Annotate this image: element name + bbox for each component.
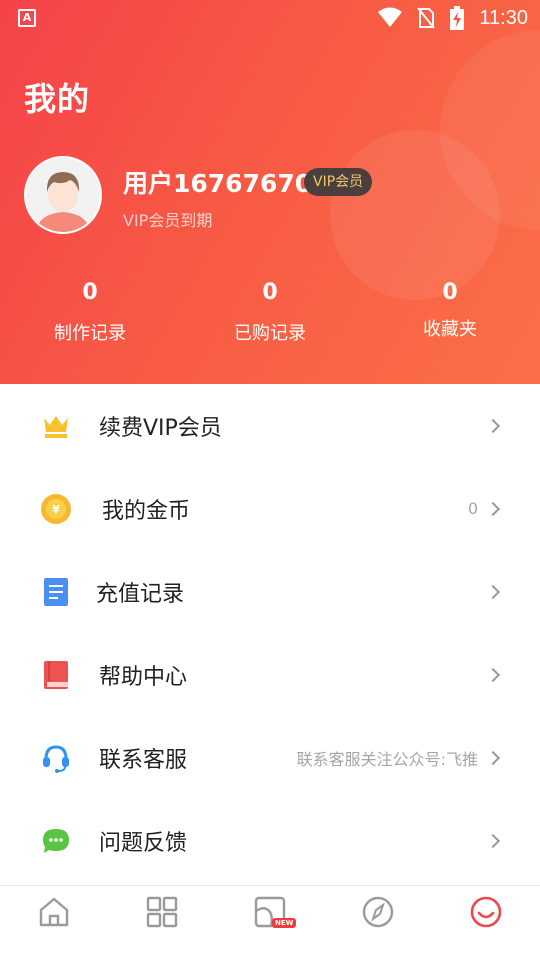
document-icon bbox=[40, 576, 72, 608]
stat-label: 已购记录 bbox=[234, 323, 306, 344]
profile-icon bbox=[470, 896, 502, 928]
stat-value: 0 bbox=[82, 280, 98, 305]
chevron-right-icon bbox=[485, 418, 501, 433]
coin-icon: ¥ bbox=[40, 493, 72, 525]
menu-item-help-center[interactable]: 帮助中心 bbox=[0, 633, 540, 716]
username: 用户16767670 bbox=[123, 169, 313, 198]
book-icon bbox=[40, 659, 72, 691]
menu-item-customer-service[interactable]: 联系客服 联系客服关注公众号:飞推 bbox=[0, 716, 540, 799]
chevron-right-icon bbox=[485, 833, 501, 848]
tab-categories[interactable] bbox=[142, 892, 182, 932]
menu-item-label: 帮助中心 bbox=[99, 664, 188, 690]
menu-item-label: 联系客服 bbox=[99, 747, 188, 773]
battery-charging-icon bbox=[450, 6, 465, 30]
grid-icon bbox=[146, 896, 178, 928]
user-avatar-icon bbox=[26, 158, 100, 232]
svg-text:¥: ¥ bbox=[52, 503, 60, 516]
tab-discover[interactable] bbox=[358, 892, 398, 932]
customer-service-hint: 联系客服关注公众号:飞推 bbox=[296, 749, 478, 769]
stat-purchase-records[interactable]: 0 已购记录 bbox=[200, 280, 340, 345]
vip-badge: VIP会员 bbox=[304, 168, 373, 196]
wifi-icon bbox=[378, 7, 403, 27]
headset-icon bbox=[40, 742, 72, 774]
stat-creation-records[interactable]: 0 制作记录 bbox=[20, 280, 160, 345]
compass-icon bbox=[362, 896, 394, 928]
app-notification-icon: A bbox=[18, 9, 36, 27]
page-title: 我的 bbox=[24, 80, 91, 118]
stat-value: 0 bbox=[262, 280, 278, 305]
menu-item-label: 续费VIP会员 bbox=[99, 415, 222, 441]
menu-item-feedback[interactable]: 问题反馈 bbox=[0, 799, 540, 882]
bottom-tab-bar: NEW bbox=[0, 885, 540, 960]
menu-item-label: 我的金币 bbox=[102, 498, 191, 524]
chevron-right-icon bbox=[485, 667, 501, 682]
stat-value: 0 bbox=[442, 280, 458, 305]
crown-icon bbox=[40, 410, 72, 442]
new-badge: NEW bbox=[272, 918, 297, 928]
chat-bubble-icon bbox=[40, 825, 72, 857]
status-icons: 11:30 bbox=[377, 4, 528, 32]
menu-item-my-coins[interactable]: ¥ 我的金币 0 bbox=[0, 467, 540, 550]
status-bar: A 11:30 bbox=[0, 0, 540, 36]
chevron-right-icon bbox=[485, 501, 501, 516]
stat-label: 制作记录 bbox=[54, 323, 126, 344]
menu-item-label: 充值记录 bbox=[96, 581, 185, 607]
menu-item-recharge-records[interactable]: 充值记录 bbox=[0, 550, 540, 633]
chevron-right-icon bbox=[485, 750, 501, 765]
vip-expiry-status: VIP会员到期 bbox=[123, 211, 213, 230]
stat-favorites[interactable]: 0 收藏夹 bbox=[380, 280, 520, 341]
tab-home[interactable] bbox=[34, 892, 74, 932]
coin-balance: 0 bbox=[467, 499, 478, 518]
status-time: 11:30 bbox=[479, 6, 528, 29]
menu-item-renew-vip[interactable]: 续费VIP会员 bbox=[0, 384, 540, 467]
home-icon bbox=[39, 897, 69, 927]
profile-header: A 11:30 我的 用户16767670 VIP会员 VIP会员到期 0 制作… bbox=[0, 0, 540, 384]
stat-label: 收藏夹 bbox=[423, 319, 477, 340]
tab-templates[interactable]: NEW bbox=[250, 892, 297, 932]
menu-item-label: 问题反馈 bbox=[99, 830, 188, 856]
tab-profile[interactable] bbox=[466, 892, 506, 932]
avatar[interactable] bbox=[24, 156, 102, 234]
no-sim-icon bbox=[417, 7, 436, 29]
chevron-right-icon bbox=[485, 584, 501, 599]
